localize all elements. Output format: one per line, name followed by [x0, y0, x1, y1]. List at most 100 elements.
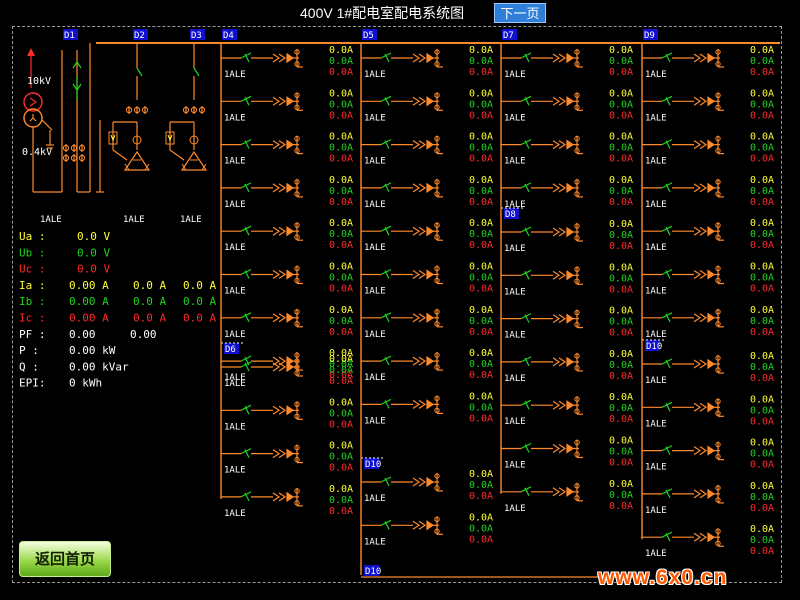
feeder-row: 0.0A0.0A0.0A1ALE	[361, 45, 493, 80]
feeder-reading: 0.0A	[609, 110, 633, 121]
feeder-arrow	[286, 96, 295, 107]
feeder-reading: 0.0A	[609, 132, 633, 143]
feeder-reading: 0.0A	[609, 45, 633, 56]
cap-branch	[169, 149, 185, 161]
feeder-reading: 0.0A	[469, 273, 493, 284]
ct-symbol	[412, 356, 427, 366]
feeder-reading: 0.0A	[609, 501, 633, 512]
feeder-reading: 0.0A	[609, 88, 633, 99]
feeder-reading: 0.0A	[750, 262, 774, 273]
ct-symbol	[693, 532, 708, 542]
feeder-arrow	[426, 269, 435, 280]
feeder-reading: 0.0A	[750, 481, 774, 492]
bus-tag: D1	[63, 29, 78, 41]
feeder-arrow	[286, 52, 295, 64]
meter-label-energy: EPI:	[19, 377, 46, 390]
feeder-row: 0.0A0.0A0.0A1ALE	[642, 305, 774, 340]
bus-tag: D10	[645, 340, 662, 352]
meter-value-active_power: 0.00 kW	[69, 344, 116, 357]
ct-symbol	[693, 226, 708, 236]
feeder-label: 1ALE	[364, 243, 386, 253]
ct-symbol	[552, 96, 567, 106]
feeder-label: 1ALE	[645, 243, 667, 253]
feeder-arrow	[426, 355, 435, 367]
feeder-row: 0.0A0.0A0.0A1ALE	[501, 219, 633, 254]
feeder-reading: 0.0A	[609, 175, 633, 186]
feeder-arrow	[566, 270, 575, 281]
feeder-row: 0.0A0.0A0.0A1ALE	[501, 349, 633, 384]
feeder-reading: 0.0A	[469, 523, 493, 534]
feeder-arrow	[286, 448, 295, 459]
feeder-label: 1ALE	[224, 509, 246, 519]
feeder-reading: 0.0A	[329, 67, 353, 78]
feeder-row: 0.0A0.0A0.0A1ALE	[642, 524, 774, 559]
meter-value-current_b: 0.00 A	[69, 295, 109, 308]
lv-label: 0.4kV	[22, 147, 52, 158]
feeder-arrow	[426, 399, 435, 410]
feeder-reading: 0.0A	[750, 273, 774, 284]
feeder-row: 0.0A0.0A0.0A1ALE	[642, 351, 774, 386]
feeder-label: 1ALE	[504, 113, 526, 123]
feeder-reading: 0.0A	[329, 240, 353, 251]
feeder-reading: 0.0A	[750, 229, 774, 240]
feeder-reading: 0.0A	[469, 186, 493, 197]
feeder-reading: 0.0A	[750, 316, 774, 327]
bus-tag-label: D10	[365, 567, 381, 577]
feeder-reading: 0.0A	[469, 402, 493, 413]
feeder-reading: 0.0A	[329, 197, 353, 208]
feeder-reading: 0.0A	[609, 349, 633, 360]
feeder-reading: 0.0A	[469, 45, 493, 56]
feeder-reading: 0.0A	[329, 376, 353, 387]
feeder-row: 0.0A0.0A0.0A1ALE	[361, 469, 493, 504]
feeder-arrow	[566, 400, 575, 411]
feeder-reading: 0.0A	[609, 458, 633, 469]
ct-symbol	[412, 477, 427, 487]
feeder-reading: 0.0A	[469, 491, 493, 502]
ct-symbol	[693, 489, 708, 499]
bus-tag-label: D6	[225, 345, 236, 355]
ct-symbol	[412, 313, 427, 323]
feeder-reading: 0.0A	[609, 392, 633, 403]
feeder-label: 1ALE	[364, 537, 386, 547]
feeder-label: 1ALE	[504, 244, 526, 254]
feeder-arrow	[286, 312, 295, 323]
ct-symbol	[412, 520, 427, 530]
feeder-row: 0.0A0.0A0.0A1ALE	[361, 88, 493, 123]
bus-tag-label: D10	[365, 460, 381, 470]
feeder-arrow	[286, 361, 295, 373]
feeder-row: 0.0A0.0A0.0A1ALE	[501, 88, 633, 123]
home-button[interactable]: 返回首页	[19, 541, 111, 577]
feeder-reading: 0.0A	[750, 351, 774, 362]
feeder-reading: 0.0A	[750, 197, 774, 208]
feeder-label: 1ALE	[364, 494, 386, 504]
feeder-reading: 0.0A	[329, 397, 353, 408]
feeder-reading: 0.0A	[329, 88, 353, 99]
ct-symbol	[552, 487, 567, 497]
feeder-reading: 0.0A	[469, 370, 493, 381]
feeder-row: 0.0A0.0A0.0A1ALE	[221, 175, 353, 210]
feeder-row: 0.0A0.0A0.0A1ALE	[642, 218, 774, 253]
ct-symbol	[552, 140, 567, 150]
bus-tag: D6	[224, 343, 239, 355]
feeder-reading: 0.0A	[609, 154, 633, 165]
feeder-arrow	[286, 182, 295, 194]
unit-label: 1ALE	[123, 215, 145, 225]
bus-tag-label: D3	[191, 31, 202, 41]
ct-symbol	[552, 400, 567, 410]
feeder-label: 1ALE	[645, 287, 667, 297]
ct-symbol	[272, 362, 287, 372]
feeder-reading: 0.0A	[329, 365, 353, 376]
feeder-row: 0.0A0.0A0.0A1ALE	[221, 397, 353, 432]
feeder-row: 0.0A0.0A0.0A1ALE	[221, 88, 353, 123]
feeder-reading: 0.0A	[750, 327, 774, 338]
meter-value-power_factor: 0.00	[130, 328, 157, 341]
meter-value-voltage_a: 0.0 V	[77, 230, 110, 243]
bus-tag-label: D10	[646, 342, 662, 352]
feeder-arrow	[286, 405, 295, 416]
feeder-reading: 0.0A	[609, 67, 633, 78]
ct-symbol	[272, 313, 287, 323]
bus-tag-label: D4	[223, 31, 234, 41]
ct-symbol	[272, 140, 287, 150]
feeder-reading: 0.0A	[469, 110, 493, 121]
feeder-label: 1ALE	[645, 330, 667, 340]
